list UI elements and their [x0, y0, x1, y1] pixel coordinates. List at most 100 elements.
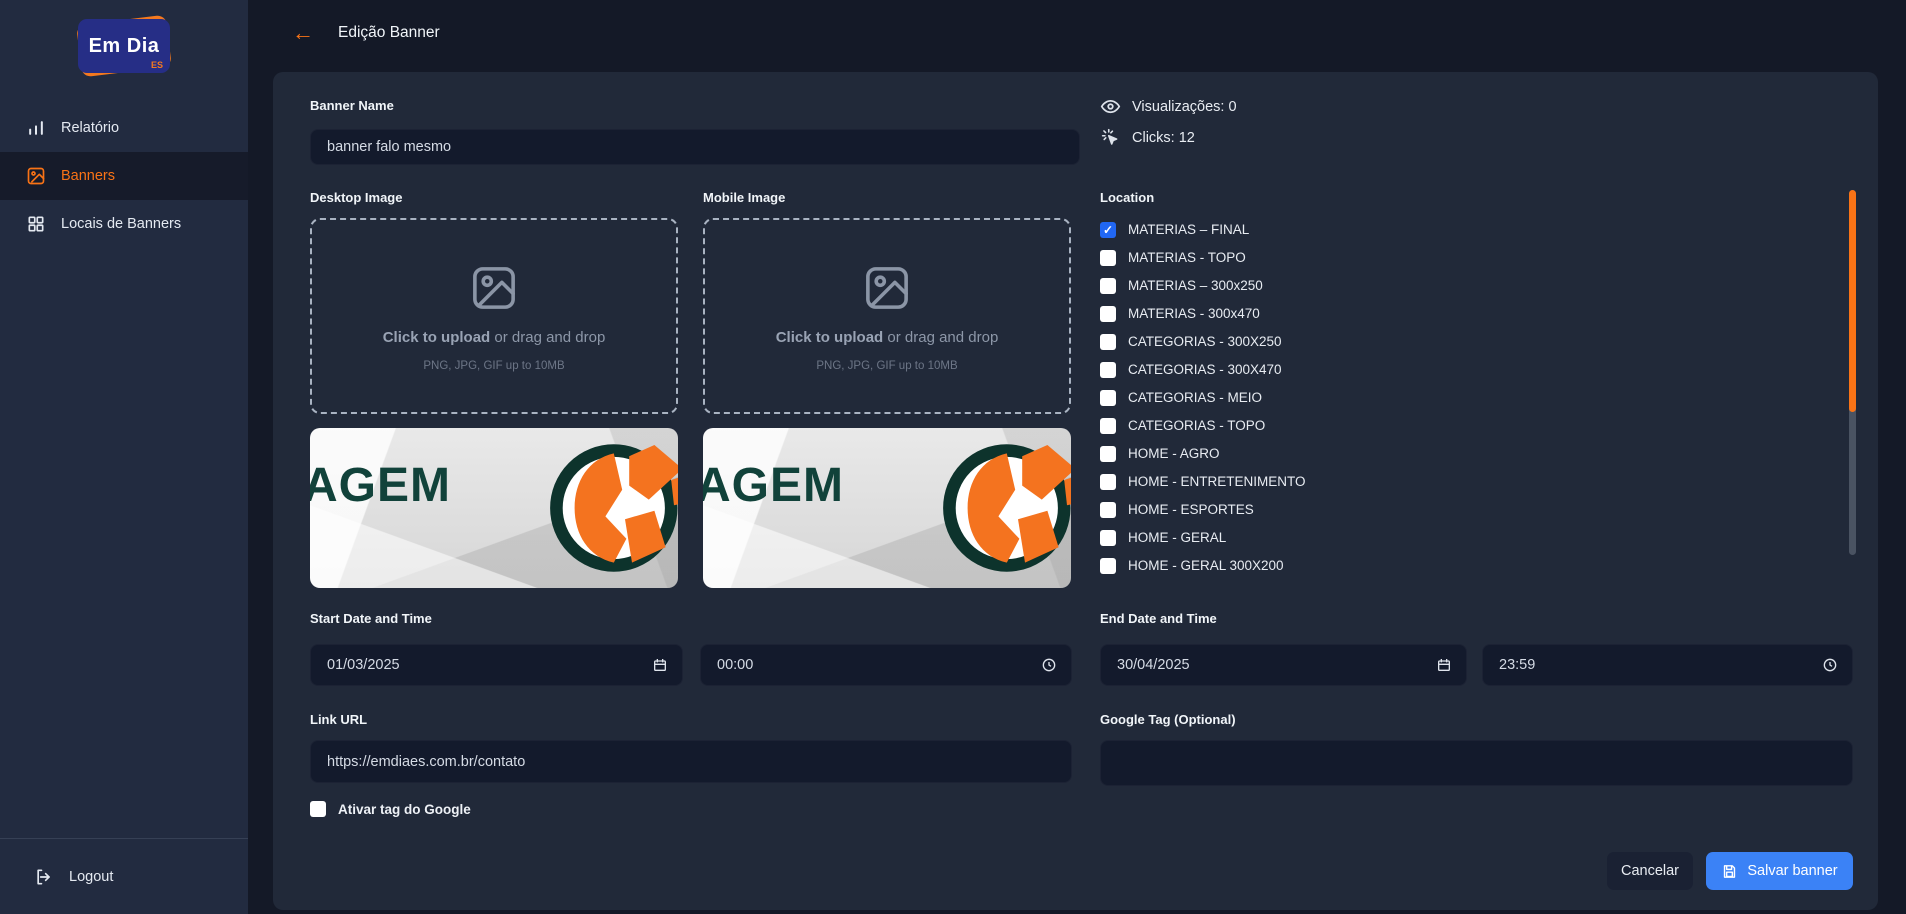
views-stat: Visualizações: 0	[1100, 96, 1237, 117]
start-time-value: 00:00	[717, 657, 754, 673]
end-date-value: 30/04/2025	[1117, 657, 1190, 673]
location-label: Location	[1100, 190, 1155, 205]
link-url-label: Link URL	[310, 712, 368, 727]
logo-subtext: ES	[150, 60, 163, 70]
google-tag-label: Google Tag (Optional)	[1100, 712, 1236, 727]
preview-agem-text: AGEM	[310, 459, 451, 512]
checkbox-unchecked[interactable]	[1100, 305, 1116, 322]
location-option[interactable]: ✓ MATERIAS – FINAL	[1100, 218, 1306, 241]
checkbox-unchecked[interactable]	[1100, 529, 1116, 546]
page-header: ← Edição Banner	[292, 22, 440, 44]
calendar-icon[interactable]	[652, 657, 668, 673]
google-tag-input[interactable]	[1100, 740, 1853, 786]
location-options-list: ✓ MATERIAS – FINAL MATERIAS - TOPO MATERIAS…	[1100, 218, 1306, 582]
checkbox-unchecked[interactable]	[1100, 249, 1116, 266]
location-option-label: CATEGORIAS - MEIO	[1128, 390, 1263, 405]
sidebar: Em Dia ES Relatório Banners Locais de Bann…	[0, 0, 248, 914]
location-option-label: HOME - GERAL 300X200	[1128, 558, 1284, 573]
checkbox-unchecked[interactable]	[1100, 501, 1116, 518]
start-date-input[interactable]: 01/03/2025	[310, 644, 683, 686]
preview-logo-graphic	[550, 444, 678, 572]
end-time-input[interactable]: 23:59	[1482, 644, 1853, 686]
bar-chart-icon	[26, 118, 46, 138]
mobile-image-label: Mobile Image	[703, 190, 786, 205]
sidebar-item-banners[interactable]: Banners	[0, 152, 248, 200]
checkbox-unchecked[interactable]	[1100, 557, 1116, 574]
location-option[interactable]: CATEGORIAS - MEIO	[1100, 386, 1306, 409]
clock-icon[interactable]	[1822, 657, 1838, 673]
location-option[interactable]: MATERIAS - 300x470	[1100, 302, 1306, 325]
upload-primary-text: Click to upload	[382, 328, 491, 346]
location-option[interactable]: HOME - GERAL 300X200	[1100, 554, 1306, 577]
upload-secondary-text: or drag and drop	[883, 328, 999, 346]
save-button-label: Salvar banner	[1747, 863, 1838, 879]
banner-name-input[interactable]	[310, 129, 1080, 165]
location-option-label: MATERIAS - 300x470	[1128, 306, 1260, 321]
image-icon	[26, 166, 46, 186]
preview-agem-text: AGEM	[703, 459, 844, 512]
clock-icon[interactable]	[1041, 657, 1057, 673]
logout-label: Logout	[69, 868, 114, 885]
location-option-label: HOME - ENTRETENIMENTO	[1128, 474, 1306, 489]
sidebar-item-relat-rio[interactable]: Relatório	[0, 104, 248, 152]
location-option-label: CATEGORIAS - 300X250	[1128, 334, 1282, 349]
location-option-label: CATEGORIAS - TOPO	[1128, 418, 1266, 433]
sidebar-item-label: Locais de Banners	[61, 216, 182, 232]
location-option-label: HOME - ESPORTES	[1128, 502, 1254, 517]
google-tag-toggle-label: Ativar tag do Google	[338, 801, 471, 817]
panel-scrollbar-thumb[interactable]	[1849, 190, 1856, 412]
checkbox-checked[interactable]: ✓	[1100, 221, 1116, 238]
click-cursor-icon	[1100, 127, 1121, 148]
eye-icon	[1100, 96, 1121, 117]
location-option[interactable]: HOME - ESPORTES	[1100, 498, 1306, 521]
checkbox-unchecked[interactable]	[1100, 333, 1116, 350]
mobile-banner-preview-image: AGEM	[703, 428, 1071, 588]
start-time-input[interactable]: 00:00	[700, 644, 1072, 686]
location-option-label: CATEGORIAS - 300X470	[1128, 362, 1282, 377]
desktop-upload-dropzone[interactable]: Click to upload or drag and drop PNG, JP…	[310, 218, 678, 414]
checkbox-unchecked[interactable]	[1100, 277, 1116, 294]
desktop-banner-preview-image: AGEM	[310, 428, 678, 588]
grid-icon	[26, 214, 46, 234]
cancel-button[interactable]: Cancelar	[1607, 852, 1693, 890]
location-option[interactable]: HOME - GERAL	[1100, 526, 1306, 549]
mobile-upload-dropzone[interactable]: Click to upload or drag and drop PNG, JP…	[703, 218, 1071, 414]
location-option-label: MATERIAS – 300x250	[1128, 278, 1263, 293]
location-option[interactable]: CATEGORIAS - 300X250	[1100, 330, 1306, 353]
back-arrow-icon[interactable]: ←	[292, 22, 314, 44]
end-date-input[interactable]: 30/04/2025	[1100, 644, 1467, 686]
logo-badge: Em Dia ES	[78, 19, 170, 73]
banner-stats: Visualizações: 0 Clicks: 12	[1100, 96, 1237, 148]
app-logo: Em Dia ES	[0, 0, 248, 92]
checkbox-unchecked[interactable]	[1100, 417, 1116, 434]
checkbox-unchecked[interactable]	[310, 801, 326, 817]
logo-text: Em Dia	[88, 34, 160, 57]
sidebar-item-label: Relatório	[61, 120, 120, 136]
location-option[interactable]: MATERIAS – 300x250	[1100, 274, 1306, 297]
end-datetime-label: End Date and Time	[1100, 611, 1217, 626]
start-date-value: 01/03/2025	[327, 657, 400, 673]
clicks-stat: Clicks: 12	[1100, 127, 1237, 148]
checkbox-unchecked[interactable]	[1100, 473, 1116, 490]
clicks-text: Clicks: 12	[1132, 129, 1195, 146]
location-option[interactable]: HOME - AGRO	[1100, 442, 1306, 465]
checkbox-unchecked[interactable]	[1100, 361, 1116, 378]
location-option[interactable]: CATEGORIAS - 300X470	[1100, 358, 1306, 381]
save-floppy-icon	[1721, 863, 1738, 880]
logout-button[interactable]: Logout	[0, 867, 147, 887]
link-url-input[interactable]	[310, 740, 1072, 783]
panel-scrollbar-track[interactable]	[1849, 190, 1856, 555]
location-option[interactable]: MATERIAS - TOPO	[1100, 246, 1306, 269]
location-option-label: HOME - AGRO	[1128, 446, 1220, 461]
checkbox-unchecked[interactable]	[1100, 445, 1116, 462]
upload-primary-text: Click to upload	[775, 328, 884, 346]
calendar-icon[interactable]	[1436, 657, 1452, 673]
location-option-label: HOME - GERAL	[1128, 530, 1227, 545]
main-content: ← Edição Banner Banner Name Visualizaçõe…	[248, 0, 1906, 914]
sidebar-item-locais-de-banners[interactable]: Locais de Banners	[0, 200, 248, 248]
location-option[interactable]: HOME - ENTRETENIMENTO	[1100, 470, 1306, 493]
location-option[interactable]: CATEGORIAS - TOPO	[1100, 414, 1306, 437]
save-banner-button[interactable]: Salvar banner	[1706, 852, 1853, 890]
google-tag-toggle[interactable]: Ativar tag do Google	[310, 801, 471, 817]
checkbox-unchecked[interactable]	[1100, 389, 1116, 406]
